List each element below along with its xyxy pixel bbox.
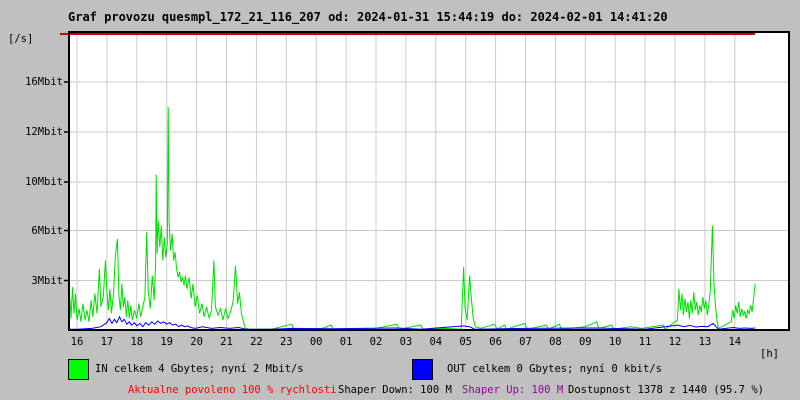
in-legend-swatch (68, 359, 89, 380)
x-axis-tick-label: 10 (608, 336, 622, 348)
x-axis-tick-label: 03 (399, 336, 413, 348)
x-axis-tick-label: 16 (70, 336, 84, 348)
out-legend-label: OUT celkem 0 Gbytes; nyní 0 kbit/s (447, 363, 662, 375)
x-axis-tick-label: 21 (220, 336, 233, 348)
x-axis-tick-label: 12 (668, 336, 682, 348)
x-axis-tick-label: 02 (369, 336, 383, 348)
y-axis-tick-label: 6Mbit (31, 224, 63, 237)
y-axis-tick-label: 12Mbit (25, 126, 63, 138)
x-axis-tick-label: 20 (190, 336, 203, 348)
x-axis-tick-label: 09 (578, 336, 592, 348)
shaper-up-status: Shaper Up: 100 M (462, 384, 564, 396)
in-legend-label: IN celkem 4 Gbytes; nyní 2 Mbit/s (95, 363, 304, 375)
x-axis-tick-label: 08 (549, 336, 562, 348)
x-axis-tick-label: 18 (130, 336, 144, 348)
x-axis-tick-label: 07 (519, 336, 532, 348)
x-axis-tick-label: 13 (698, 336, 712, 348)
plot-background (68, 31, 790, 331)
x-axis-tick-label: 23 (279, 336, 293, 348)
allowed-speed-status: Aktualne povoleno 100 % rychlosti (128, 384, 337, 396)
y-axis-tick-label: 3Mbit (31, 274, 63, 287)
shaper-down-status: Shaper Down: 100 M (338, 384, 452, 396)
x-axis-tick-label: 04 (429, 336, 443, 348)
x-axis-tick-label: 01 (339, 336, 353, 348)
y-axis-tick-label: 16Mbit (25, 76, 63, 88)
y-axis-tick-label: 10Mbit (25, 176, 63, 188)
x-axis-tick-label: 17 (100, 336, 114, 348)
out-legend-swatch (412, 359, 433, 380)
x-axis-tick-label: 00 (309, 336, 323, 348)
x-axis-tick-label: 14 (728, 336, 742, 348)
traffic-graph-page: { "title": "Graf provozu quesmpl_172_21_… (0, 0, 800, 400)
availability-status: Dostupnost 1378 z 1440 (95.7 %) (568, 384, 764, 396)
x-axis-tick-label: 11 (638, 336, 652, 348)
x-axis-tick-label: 06 (489, 336, 502, 348)
x-axis-tick-label: 22 (250, 336, 263, 348)
x-axis-tick-label: 05 (459, 336, 473, 348)
x-axis-tick-label: 19 (160, 336, 174, 348)
